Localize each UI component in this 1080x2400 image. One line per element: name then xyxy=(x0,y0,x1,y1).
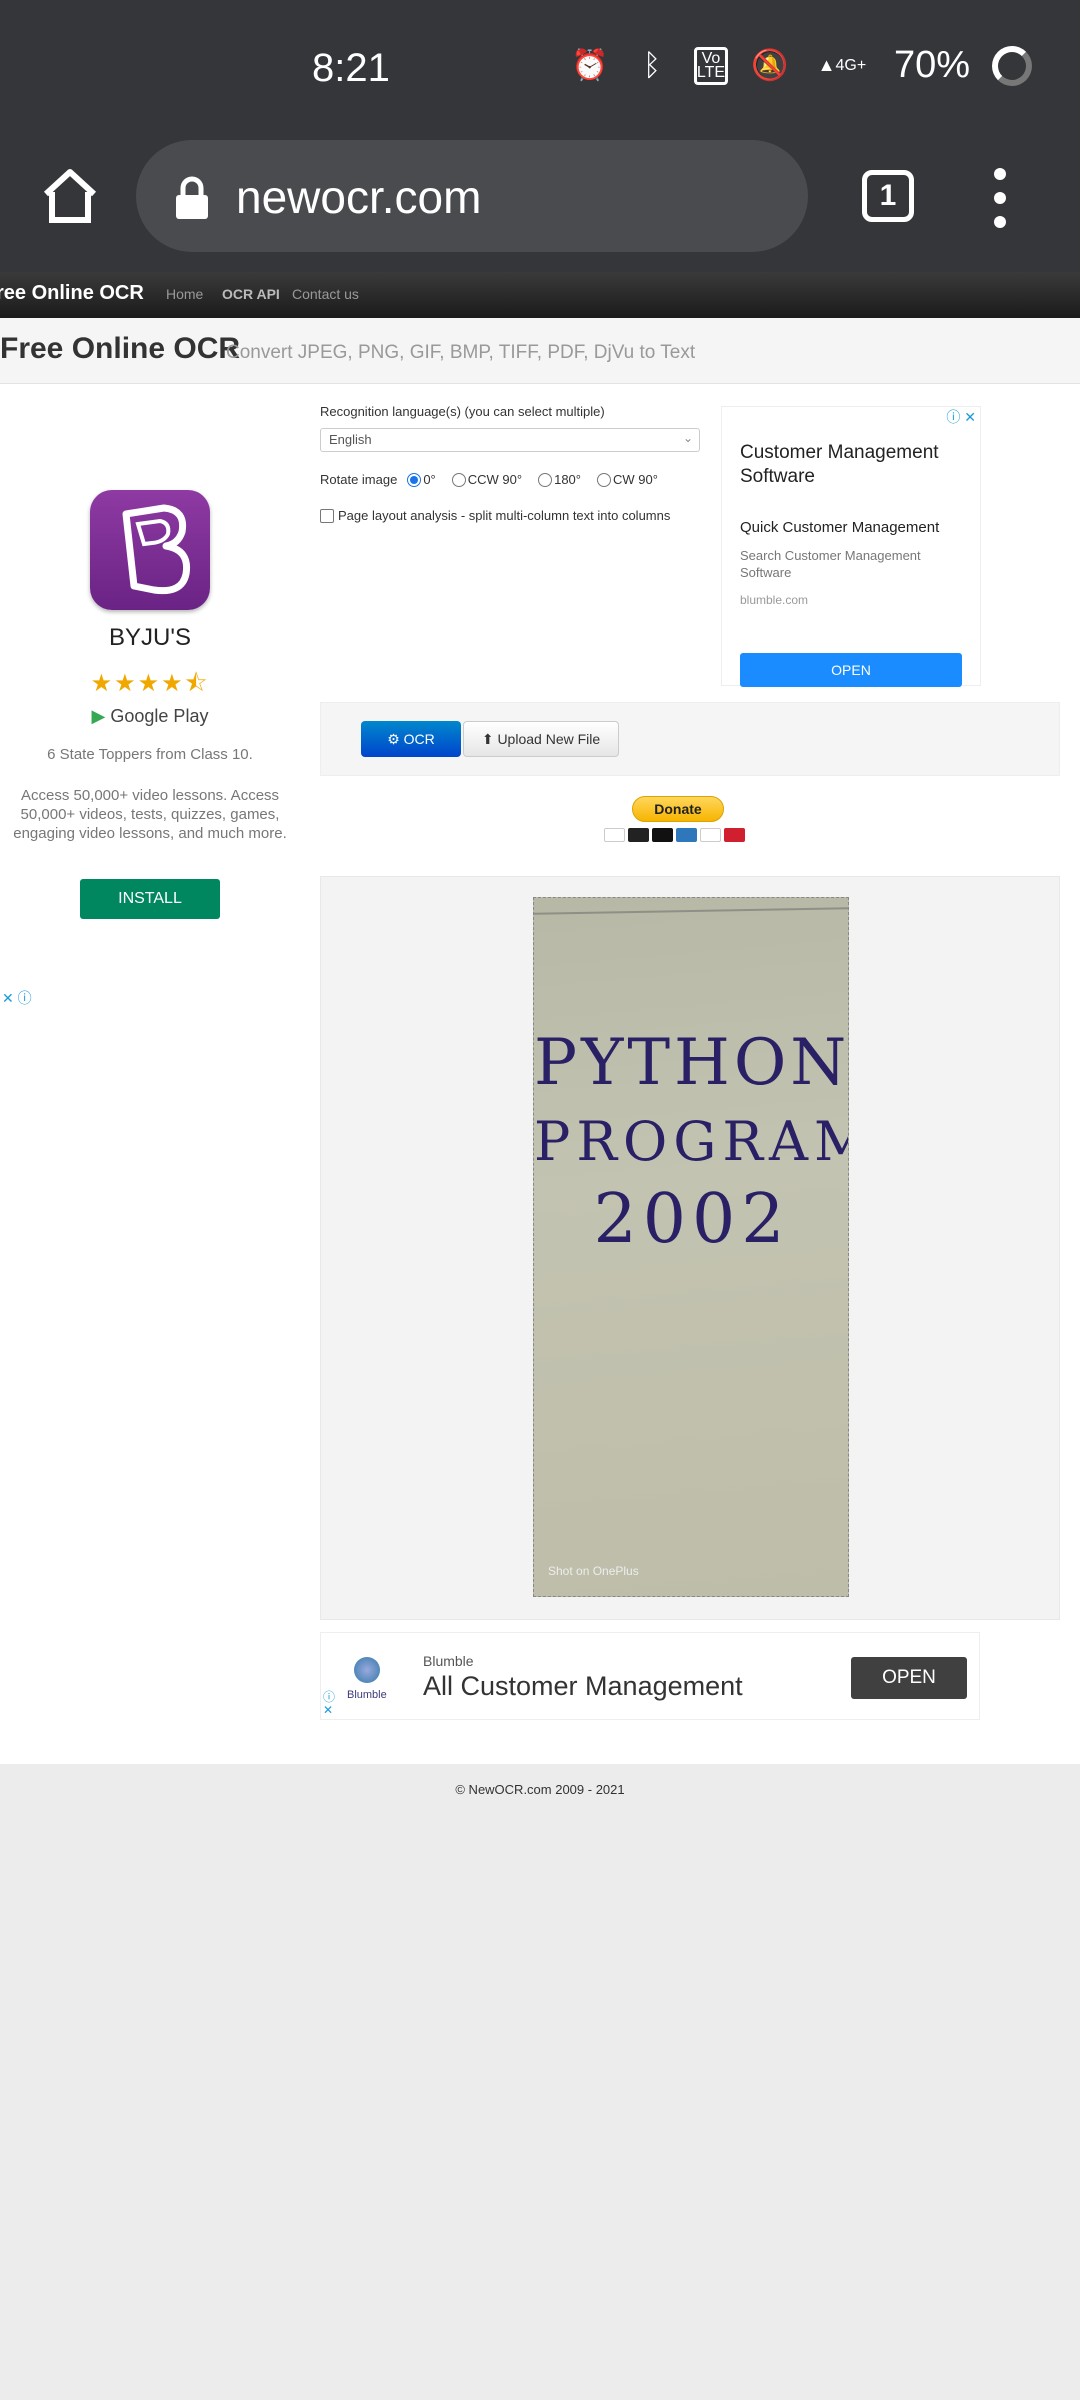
app-name: BYJU'S xyxy=(109,624,191,651)
advertiser-name: Blumble xyxy=(423,1653,474,1669)
layout-analysis-option[interactable]: Page layout analysis - split multi-colum… xyxy=(320,508,670,523)
store-name: Google Play xyxy=(110,706,209,726)
lock-icon xyxy=(176,176,208,219)
amex-icon xyxy=(676,828,697,842)
bluetooth-icon: ᛒ xyxy=(642,48,661,82)
ad-open-button[interactable]: OPEN xyxy=(740,653,962,687)
app-logo-icon[interactable] xyxy=(90,490,210,610)
bottom-banner-ad[interactable]: Blumble Blumble All Customer Management … xyxy=(320,1632,980,1720)
home-icon[interactable] xyxy=(40,166,100,226)
right-text-ad[interactable]: ⓘ ✕ Customer Management Software Quick C… xyxy=(721,406,981,687)
ocr-button[interactable]: ⚙ OCR xyxy=(361,721,461,757)
rotate-ccw90-label[interactable]: CCW 90° xyxy=(468,472,522,487)
rotate-label: Rotate image xyxy=(320,472,398,487)
site-navbar: ree Online OCR Home OCR API Contact us xyxy=(0,272,1080,318)
bell-muted-icon: 🔕 xyxy=(751,49,789,82)
ad-description: Access 50,000+ video lessons. Access 50,… xyxy=(13,787,287,842)
url-text[interactable]: newocr.com xyxy=(236,170,481,224)
paper-edge xyxy=(534,898,848,915)
rotate-cw90-label[interactable]: CW 90° xyxy=(613,472,658,487)
signal-icon: ▲ 4G+ xyxy=(817,55,867,75)
language-label: Recognition language(s) (you can select … xyxy=(320,404,605,419)
language-selected: English xyxy=(329,432,372,447)
main-content: BYJU'S ★★★★⯪ ▶ Google Play 6 State Toppe… xyxy=(0,384,1080,1764)
page-subtitle: Convert JPEG, PNG, GIF, BMP, TIFF, PDF, … xyxy=(226,342,696,363)
nav-contact-link[interactable]: Contact us xyxy=(292,286,359,302)
globe-icon xyxy=(353,1657,380,1683)
banner-ad-title[interactable]: All Customer Management xyxy=(423,1671,743,1702)
rotate-cw90-radio[interactable] xyxy=(596,472,611,487)
rotate-options: Rotate image 0° CCW 90° 180° CW 90° xyxy=(320,472,664,487)
left-app-ad[interactable]: BYJU'S ★★★★⯪ ▶ Google Play 6 State Toppe… xyxy=(0,384,300,1006)
advertiser-logo-text: Blumble xyxy=(347,1689,387,1701)
ad-choices-icon[interactable]: ⓘ ✕ xyxy=(946,407,976,427)
donate-button[interactable]: Donate xyxy=(632,796,724,822)
payment-cards xyxy=(604,828,745,842)
play-icon: ▶ xyxy=(91,706,106,726)
handwritten-line-1: PYTHON xyxy=(534,1026,849,1100)
volte-icon: Vo LTE xyxy=(693,46,728,85)
install-button[interactable]: INSTALL xyxy=(80,879,220,919)
site-brand[interactable]: ree Online OCR xyxy=(0,282,144,305)
rotate-180-radio[interactable] xyxy=(538,472,553,487)
layout-analysis-label[interactable]: Page layout analysis - split multi-colum… xyxy=(338,508,670,523)
status-time: 8:21 xyxy=(312,46,390,90)
camera-watermark: Shot on OnePlus xyxy=(548,1564,639,1578)
ad-title[interactable]: Customer Management Software xyxy=(740,441,970,489)
page-header: Free Online OCR Convert JPEG, PNG, GIF, … xyxy=(0,318,1080,384)
battery-percent: 70% xyxy=(893,44,970,86)
mastercard-icon xyxy=(628,828,649,842)
rating-stars: ★★★★⯪ xyxy=(90,670,210,697)
google-play-badge: ▶ Google Play xyxy=(0,706,300,727)
unionpay-icon xyxy=(724,828,745,842)
layout-analysis-checkbox[interactable] xyxy=(320,508,334,523)
ad-subtitle: Quick Customer Management xyxy=(740,519,940,536)
banner-ad-choices-icon[interactable]: ⓘ ✕ xyxy=(323,1691,335,1717)
chevron-down-icon: ⌄ xyxy=(682,431,693,445)
rotate-ccw90-radio[interactable] xyxy=(451,472,466,487)
action-panel: ⚙ OCR ⬆ Upload New File xyxy=(320,702,1060,776)
handwritten-line-2: PROGRAM xyxy=(534,1110,849,1173)
ad-text: Search Customer Management Software xyxy=(740,548,921,580)
address-bar[interactable]: newocr.com xyxy=(136,140,808,252)
uploaded-image-crop[interactable]: PYTHON PROGRAM 2002 Shot on OnePlus xyxy=(533,897,849,1597)
maestro-icon xyxy=(652,828,673,842)
visa-icon xyxy=(604,828,625,842)
nav-home-link[interactable]: Home xyxy=(166,286,203,302)
handwritten-line-3: 2002 xyxy=(593,1180,791,1259)
ad-tagline: 6 State Toppers from Class 10. xyxy=(47,746,253,763)
status-bar: 8:21 ⏰ ᛒ Vo LTE 🔕 ▲ 4G+ 70% xyxy=(0,0,1080,136)
alarm-icon: ⏰ xyxy=(571,49,609,82)
advertiser-logo: Blumble xyxy=(347,1657,387,1701)
banner-open-button[interactable]: OPEN xyxy=(851,1657,967,1699)
footer-copyright: © NewOCR.com 2009 - 2021 xyxy=(455,1782,625,1797)
ad-domain: blumble.com xyxy=(740,593,809,607)
upload-new-file-button[interactable]: ⬆ Upload New File xyxy=(463,721,619,757)
image-preview-panel: PYTHON PROGRAM 2002 Shot on OnePlus xyxy=(320,876,1060,1620)
network-type: 4G+ xyxy=(835,56,867,74)
rotate-0-radio[interactable] xyxy=(407,472,422,487)
battery-icon xyxy=(992,45,1032,86)
rotate-0-label[interactable]: 0° xyxy=(423,472,435,487)
page-title: Free Online OCR xyxy=(0,332,241,365)
discover-icon xyxy=(700,828,721,842)
status-icons: ⏰ ᛒ Vo LTE 🔕 ▲ 4G+ 70% xyxy=(570,44,1032,87)
nav-ocr-api-link[interactable]: OCR API xyxy=(222,286,280,302)
tab-switcher-button[interactable]: 1 xyxy=(862,170,914,222)
rotate-180-label[interactable]: 180° xyxy=(554,472,581,487)
overflow-menu-icon[interactable] xyxy=(990,168,1010,228)
ad-close-icon[interactable]: ✕ ⓘ xyxy=(2,988,32,1008)
language-select[interactable]: English ⌄ xyxy=(320,428,700,452)
